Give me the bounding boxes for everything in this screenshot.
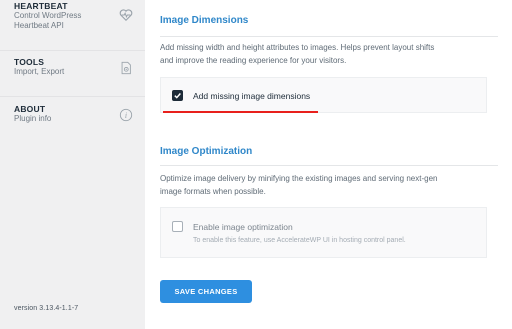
description-line: image formats when possible. (160, 187, 266, 196)
description-line: Optimize image delivery by minifying the… (160, 174, 438, 183)
enable-image-optimization-label[interactable]: Enable image optimization (193, 222, 293, 232)
sidebar-item-about[interactable]: ABOUT Plugin info i (0, 96, 145, 136)
divider (160, 165, 498, 166)
save-changes-button[interactable]: SAVE CHANGES (160, 280, 252, 303)
sidebar-item-tools[interactable]: TOOLS Import, Export (0, 50, 145, 96)
description-line: and improve the reading experience for y… (160, 56, 347, 65)
heart-pulse-icon (119, 9, 133, 22)
image-dimensions-title: Image Dimensions (160, 15, 249, 26)
image-optimization-hint: To enable this feature, use AccelerateWP… (193, 237, 406, 244)
annotation-underline (163, 111, 318, 113)
sidebar: HEARTBEAT Control WordPress Heartbeat AP… (0, 0, 145, 329)
checkmark-icon (174, 93, 181, 99)
divider (160, 36, 498, 37)
svg-text:i: i (125, 111, 127, 120)
add-image-dimensions-label[interactable]: Add missing image dimensions (193, 91, 310, 101)
enable-image-optimization-checkbox[interactable] (172, 221, 183, 232)
settings-panel: Image Dimensions Add missing width and h… (145, 0, 512, 329)
version-text: version 3.13.4-1.1-7 (14, 305, 79, 312)
info-icon: i (119, 108, 133, 122)
image-optimization-description: Optimize image delivery by minifying the… (160, 172, 490, 198)
description-line: Add missing width and height attributes … (160, 43, 435, 52)
image-dimensions-description: Add missing width and height attributes … (160, 41, 490, 67)
image-optimization-option[interactable]: Enable image optimization To enable this… (160, 207, 487, 258)
sidebar-item-subtitle: Heartbeat API (14, 21, 64, 30)
image-dimensions-option[interactable]: Add missing image dimensions (160, 77, 487, 113)
add-image-dimensions-checkbox[interactable] (172, 90, 183, 101)
document-gear-icon (121, 61, 131, 75)
sidebar-item-heartbeat[interactable]: HEARTBEAT Control WordPress Heartbeat AP… (0, 0, 145, 48)
image-optimization-title: Image Optimization (160, 146, 253, 157)
